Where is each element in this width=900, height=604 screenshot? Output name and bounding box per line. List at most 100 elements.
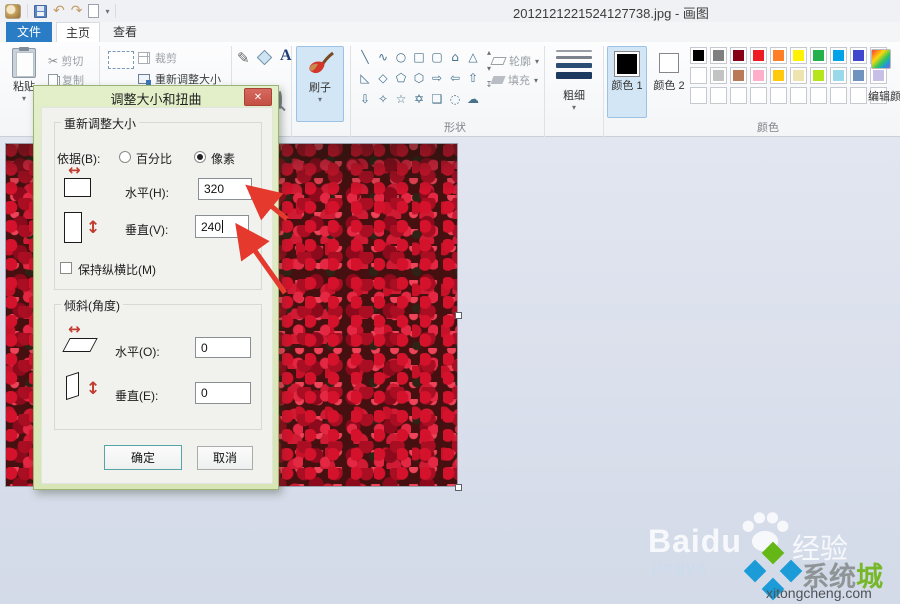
fill-tool-icon[interactable] [257, 50, 273, 66]
shape-arrow-right-icon[interactable]: ⇨ [428, 68, 446, 89]
palette-swatch[interactable] [810, 47, 827, 64]
palette-swatch[interactable] [870, 67, 887, 84]
palette-swatch[interactable] [830, 67, 847, 84]
shape-fill-icon [490, 76, 505, 84]
color2-button[interactable]: 颜色 2 [649, 46, 689, 118]
palette-swatch-empty[interactable] [770, 87, 787, 104]
shapes-scroll-down-icon[interactable]: ▾ [487, 64, 491, 73]
palette-swatch[interactable] [850, 67, 867, 84]
shape-callout-cloud-icon[interactable]: ☁ [464, 89, 482, 110]
pencil-tool-icon[interactable]: ✎ [237, 49, 250, 67]
vertical-input[interactable]: 240 [195, 215, 249, 238]
selection-icon [108, 51, 134, 69]
h-label: 水平(H): [125, 184, 169, 201]
shape-arrow-left-icon[interactable]: ⇦ [446, 68, 464, 89]
shape-outline-button[interactable]: 轮廓 ▾ [492, 53, 539, 69]
brushes-dropdown-icon[interactable]: ▾ [297, 95, 343, 104]
pixels-radio[interactable] [194, 151, 206, 163]
shape-hexagon-icon[interactable]: ⬡ [410, 68, 428, 89]
shape-fill-button[interactable]: 填充 ▾ [492, 72, 538, 88]
palette-swatch-empty[interactable] [790, 87, 807, 104]
edit-colors-icon [871, 49, 891, 69]
new-file-icon[interactable] [88, 4, 99, 18]
percent-label: 百分比 [136, 150, 172, 167]
tab-file[interactable]: 文件 [6, 22, 52, 42]
shape-rounded-rectangle-icon[interactable]: ▢ [428, 47, 446, 68]
text-tool-icon[interactable]: A [280, 47, 292, 65]
palette-swatch-empty[interactable] [830, 87, 847, 104]
dialog-close-button[interactable]: ✕ [244, 88, 272, 106]
crop-button[interactable]: 裁剪 [138, 50, 177, 66]
jingyan-url-text: jingya [652, 558, 708, 578]
paint-app-icon[interactable] [5, 4, 21, 19]
fill-dropdown-icon[interactable]: ▾ [534, 76, 538, 85]
horizontal-arrow-icon: ↔ [68, 161, 81, 179]
palette-swatch[interactable] [730, 67, 747, 84]
aspect-ratio-label: 保持纵横比(M) [78, 261, 156, 278]
clipboard-icon [12, 48, 36, 78]
palette-swatch[interactable] [690, 67, 707, 84]
palette-swatch[interactable] [770, 47, 787, 64]
cut-button[interactable]: ✂ 剪切 [48, 53, 83, 69]
window-title: 2012121221524127738.jpg - 画图 [513, 3, 709, 22]
palette-swatch[interactable] [730, 47, 747, 64]
undo-icon[interactable]: ↶ [53, 4, 65, 18]
skew-h-input[interactable]: 0 [195, 337, 251, 358]
shape-triangle-icon[interactable]: △ [464, 47, 482, 68]
aspect-ratio-checkbox[interactable] [60, 262, 72, 274]
palette-swatch[interactable] [850, 47, 867, 64]
outline-dropdown-icon[interactable]: ▾ [535, 57, 539, 66]
palette-swatch[interactable] [750, 47, 767, 64]
skew-v-input[interactable]: 0 [195, 382, 251, 404]
palette-swatch-empty[interactable] [730, 87, 747, 104]
cancel-button[interactable]: 取消 [197, 446, 253, 470]
shape-curve-icon[interactable]: ∿ [374, 47, 392, 68]
qat-dropdown-icon[interactable]: ▾ [105, 7, 109, 16]
palette-swatch[interactable] [750, 67, 767, 84]
shape-star-6-icon[interactable]: ✡ [410, 89, 428, 110]
color1-label: 颜色 1 [608, 77, 646, 93]
palette-swatch[interactable] [710, 47, 727, 64]
size-button[interactable]: 粗细 ▾ [548, 46, 600, 112]
palette-swatch[interactable] [790, 67, 807, 84]
shapes-scroll-up-icon[interactable]: ▴ [487, 48, 491, 57]
edit-colors-button[interactable] [871, 49, 891, 69]
shape-pentagon-icon[interactable]: ⬠ [392, 68, 410, 89]
shape-polygon-icon[interactable]: ⌂ [446, 47, 464, 68]
shape-ellipse-icon[interactable]: ○ [392, 47, 410, 68]
palette-swatch[interactable] [810, 67, 827, 84]
shape-callout-oval-icon[interactable]: ◌ [446, 89, 464, 110]
palette-swatch-empty[interactable] [750, 87, 767, 104]
color1-button[interactable]: 颜色 1 [607, 46, 647, 118]
percent-radio[interactable] [119, 151, 131, 163]
ok-button[interactable]: 确定 [104, 445, 182, 470]
palette-swatch[interactable] [830, 47, 847, 64]
pixels-label: 像素 [211, 150, 235, 167]
shapes-group-label: 形状 [444, 119, 466, 135]
shape-line-icon[interactable]: ╲ [356, 47, 374, 68]
shape-right-triangle-icon[interactable]: ◺ [356, 68, 374, 89]
shape-callout-rounded-icon[interactable]: ❑ [428, 89, 446, 110]
brushes-button[interactable]: 刷子 ▾ [296, 46, 344, 122]
shape-rectangle-icon[interactable]: □ [410, 47, 428, 68]
redo-icon[interactable]: ↷ [71, 4, 83, 18]
shape-star-4-icon[interactable]: ✧ [374, 89, 392, 110]
palette-swatch-empty[interactable] [850, 87, 867, 104]
tab-view[interactable]: 查看 [103, 22, 147, 42]
palette-swatch[interactable] [710, 67, 727, 84]
palette-swatch[interactable] [690, 47, 707, 64]
palette-swatch[interactable] [790, 47, 807, 64]
shape-diamond-icon[interactable]: ◇ [374, 68, 392, 89]
shape-star-5-icon[interactable]: ☆ [392, 89, 410, 110]
size-dropdown-icon[interactable]: ▾ [548, 103, 600, 112]
shape-arrow-down-icon[interactable]: ⇩ [356, 89, 374, 110]
palette-swatch-empty[interactable] [810, 87, 827, 104]
shape-arrow-up-icon[interactable]: ⇧ [464, 68, 482, 89]
tab-home[interactable]: 主页 [56, 22, 100, 42]
horizontal-input[interactable]: 320 [198, 178, 252, 200]
palette-swatch-empty[interactable] [710, 87, 727, 104]
sitelogo-diamond-left [744, 560, 767, 583]
palette-swatch-empty[interactable] [690, 87, 707, 104]
palette-swatch[interactable] [770, 67, 787, 84]
save-icon[interactable] [34, 5, 47, 18]
